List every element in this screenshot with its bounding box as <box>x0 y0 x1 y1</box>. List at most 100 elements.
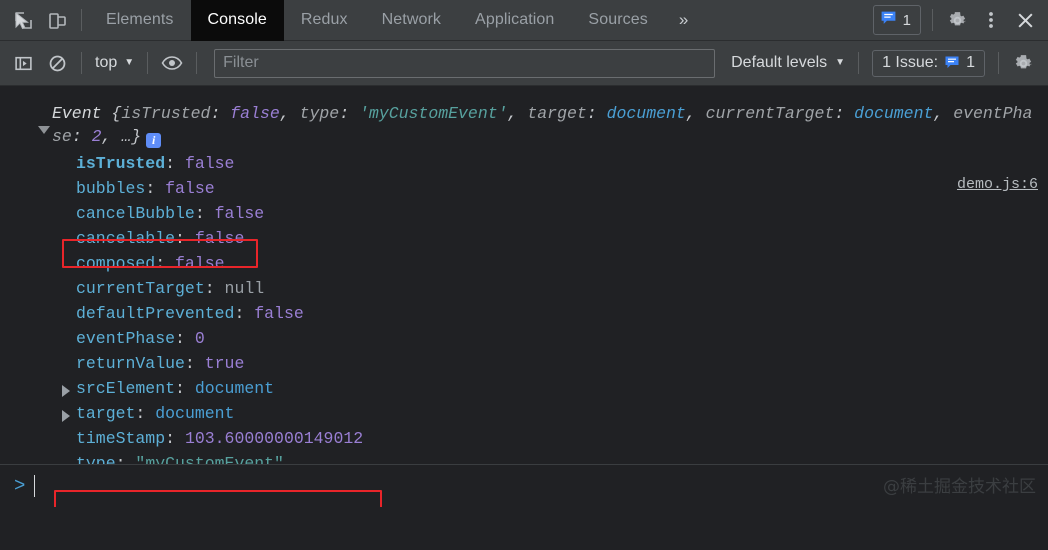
preview-key-type: type <box>299 104 340 123</box>
property-value-composed: false <box>175 254 225 273</box>
console-log-entry: Event {isTrusted: false, type: 'myCustom… <box>0 86 1048 501</box>
log-levels-label: Default levels <box>731 54 828 71</box>
property-value-cancelBubble: false <box>214 204 265 223</box>
property-colon-6: : <box>234 304 255 323</box>
property-name-defaultPrevented: defaultPrevented <box>76 304 235 323</box>
preview-comma-4: , <box>101 127 122 146</box>
property-row-composed[interactable]: composed: false <box>0 251 1048 276</box>
filterbar-divider-2 <box>147 52 149 74</box>
property-colon-11: : <box>165 429 185 448</box>
property-name-returnValue: returnValue <box>76 354 185 373</box>
preview-class-name: Event <box>52 104 102 123</box>
console-settings-gear-icon[interactable] <box>1006 46 1040 80</box>
preview-close-brace: } <box>131 127 142 146</box>
issues-button-count: 1 <box>966 54 975 71</box>
property-row-returnValue[interactable]: returnValue: true <box>0 351 1048 376</box>
property-colon-7: : <box>175 329 195 348</box>
device-toolbar-icon[interactable] <box>40 3 74 37</box>
preview-colon-3: : <box>834 104 855 123</box>
preview-value-isTrusted: false <box>230 104 280 123</box>
tab-network[interactable]: Network <box>365 0 458 41</box>
filterbar-divider-5 <box>998 52 999 74</box>
preview-value-currentTarget: document <box>854 104 934 123</box>
issues-button-label: 1 Issue: <box>882 54 939 71</box>
issues-button-icon <box>944 54 960 73</box>
property-row-cancelBubble[interactable]: cancelBubble: false <box>0 201 1048 226</box>
console-prompt[interactable]: > @稀土掘金技术社区 <box>0 464 1048 507</box>
log-levels-selector[interactable]: Default levels ▼ <box>725 54 851 72</box>
preview-key-isTrusted: isTrusted <box>121 104 211 123</box>
tabbar-actions: 1 <box>872 3 1048 37</box>
issues-count: 1 <box>902 11 911 29</box>
property-row-bubbles[interactable]: bubbles: false <box>0 176 1048 201</box>
property-row-defaultPrevented[interactable]: defaultPrevented: false <box>0 301 1048 326</box>
property-row-srcElement[interactable]: srcElement: document <box>0 376 1048 401</box>
filterbar-divider-4 <box>858 52 860 74</box>
tab-redux[interactable]: Redux <box>284 0 365 41</box>
property-value-returnValue: true <box>204 354 245 373</box>
property-value-timeStamp: 103.60000000149012 <box>184 429 364 448</box>
preview-value-type: 'myCustomEvent' <box>359 104 508 123</box>
watermark-text: @稀土掘金技术社区 <box>883 477 1036 497</box>
kebab-menu-icon[interactable] <box>974 3 1008 37</box>
preview-colon-1: : <box>339 104 360 123</box>
gear-icon[interactable] <box>940 3 974 37</box>
console-toolbar: top ▼ Default levels ▼ 1 Issue: <box>0 41 1048 86</box>
devtools-tabbar: Elements Console Redux Network Applicati… <box>0 0 1048 41</box>
property-row-timeStamp[interactable]: timeStamp: 103.60000000149012 <box>0 426 1048 451</box>
property-row-currentTarget[interactable]: currentTarget: null <box>0 276 1048 301</box>
console-sidebar-icon[interactable] <box>6 46 40 80</box>
live-expression-eye-icon[interactable] <box>155 46 189 80</box>
preview-open-brace: { <box>101 104 122 123</box>
preview-key-target: target <box>527 104 587 123</box>
property-colon-3: : <box>175 229 195 248</box>
filter-input[interactable] <box>214 48 716 78</box>
property-colon-10: : <box>135 404 156 423</box>
execution-context-selector[interactable]: top ▼ <box>89 54 140 72</box>
chevron-down-icon: ▼ <box>124 57 135 68</box>
property-row-target[interactable]: target: document <box>0 401 1048 426</box>
close-icon[interactable] <box>1008 3 1042 37</box>
property-name-cancelBubble: cancelBubble <box>76 204 195 223</box>
property-row-eventPhase[interactable]: eventPhase: 0 <box>0 326 1048 351</box>
console-output[interactable]: demo.js:6 Event {isTrusted: false, type:… <box>0 86 1048 507</box>
preview-value-target: document <box>606 104 686 123</box>
property-name-timeStamp: timeStamp <box>76 429 166 448</box>
info-badge-icon[interactable]: i <box>146 133 162 148</box>
preview-ellipsis: … <box>121 127 132 146</box>
property-value-currentTarget: null <box>224 279 265 298</box>
tab-sources[interactable]: Sources <box>571 0 664 41</box>
property-colon-0: : <box>165 154 185 173</box>
property-value-eventPhase: 0 <box>194 329 205 348</box>
preview-comma-3: , <box>933 104 954 123</box>
object-preview[interactable]: Event {isTrusted: false, type: 'myCustom… <box>0 86 1048 148</box>
property-colon-4: : <box>155 254 176 273</box>
property-name-srcElement: srcElement <box>76 379 176 398</box>
property-name-composed: composed <box>76 254 156 273</box>
preview-colon-0: : <box>210 104 231 123</box>
context-value: top <box>95 54 118 71</box>
property-row-cancelable[interactable]: cancelable: false <box>0 226 1048 251</box>
issues-button[interactable]: 1 Issue: 1 <box>872 49 985 77</box>
devtools-window: Elements Console Redux Network Applicati… <box>0 0 1048 550</box>
expand-arrow-icon-target[interactable] <box>62 410 70 422</box>
filterbar-divider-1 <box>81 52 82 74</box>
issues-counter-chip[interactable]: 1 <box>872 5 921 35</box>
property-value-defaultPrevented: false <box>254 304 304 323</box>
property-value-target: document <box>155 404 235 423</box>
inspect-element-icon[interactable] <box>6 3 40 37</box>
tab-elements[interactable]: Elements <box>89 0 191 41</box>
expand-arrow-icon-srcElement[interactable] <box>62 385 70 397</box>
clear-console-icon[interactable] <box>40 46 74 80</box>
property-colon-8: : <box>184 354 205 373</box>
property-name-cancelable: cancelable <box>76 229 176 248</box>
tab-console[interactable]: Console <box>190 0 284 41</box>
property-row-isTrusted[interactable]: isTrusted: false <box>0 151 1048 176</box>
preview-key-currentTarget: currentTarget <box>705 104 835 123</box>
preview-colon-4: : <box>71 127 92 146</box>
property-value-cancelable: false <box>194 229 245 248</box>
tab-application[interactable]: Application <box>458 0 571 41</box>
preview-comma-0: , <box>279 104 300 123</box>
more-tabs-button[interactable]: » <box>665 0 703 41</box>
property-colon-1: : <box>145 179 166 198</box>
